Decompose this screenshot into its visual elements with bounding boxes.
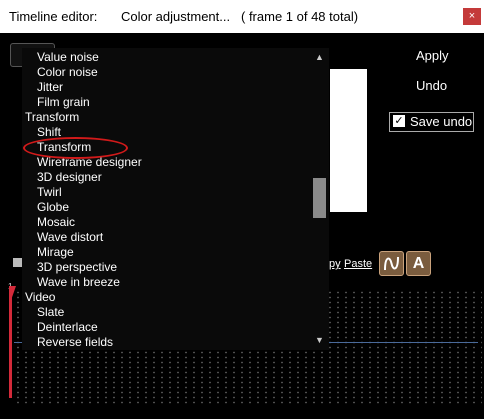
dropdown-item[interactable]: 3D designer bbox=[37, 170, 102, 185]
dropdown-item[interactable]: Mosaic bbox=[37, 215, 75, 230]
window-title-document: Color adjustment... bbox=[121, 9, 231, 24]
dropdown-item[interactable]: Jitter bbox=[37, 80, 63, 95]
close-icon: × bbox=[468, 10, 476, 22]
dropdown-item[interactable]: Value noise bbox=[37, 50, 99, 65]
close-button[interactable]: × bbox=[463, 8, 481, 25]
window-title-label: Timeline editor: bbox=[9, 9, 98, 24]
dropdown-item[interactable]: Wave in breeze bbox=[37, 275, 120, 290]
apply-button[interactable]: Apply bbox=[416, 48, 449, 63]
undo-button[interactable]: Undo bbox=[416, 78, 447, 93]
small-checkbox[interactable] bbox=[13, 258, 22, 267]
save-undo-label: Save undo bbox=[410, 114, 473, 129]
frame-info: ( frame 1 of 48 total) bbox=[241, 9, 359, 24]
save-undo-toggle[interactable]: ✓ Save undo bbox=[389, 112, 474, 132]
dropdown-item[interactable]: Mirage bbox=[37, 245, 74, 260]
dropdown-item[interactable]: Wave distort bbox=[37, 230, 103, 245]
checkbox-icon[interactable]: ✓ bbox=[393, 115, 405, 127]
scrollbar[interactable]: ▲ ▼ bbox=[311, 48, 329, 350]
dropdown-item[interactable]: Reverse fields bbox=[37, 335, 113, 350]
highlight-ring bbox=[23, 137, 128, 159]
dropdown-item[interactable]: Slate bbox=[37, 305, 64, 320]
dropdown-item[interactable]: Film grain bbox=[37, 95, 90, 110]
dropdown-item[interactable]: Globe bbox=[37, 200, 69, 215]
curve-icon bbox=[384, 256, 399, 271]
playhead-flag[interactable] bbox=[9, 286, 16, 306]
copy-link[interactable]: py bbox=[329, 258, 341, 270]
dropdown-category: Video bbox=[25, 290, 56, 304]
dropdown-item[interactable]: Color noise bbox=[37, 65, 98, 80]
title-bar: Timeline editor: Color adjustment... ( f… bbox=[0, 0, 484, 33]
curve-button[interactable] bbox=[379, 251, 404, 276]
effect-dropdown[interactable]: Value noise Color noise Jitter Film grain Tr… bbox=[22, 48, 329, 350]
dropdown-item[interactable]: 3D perspective bbox=[37, 260, 117, 275]
scroll-down-icon[interactable]: ▼ bbox=[315, 335, 324, 345]
dropdown-item[interactable]: Deinterlace bbox=[37, 320, 98, 335]
dropdown-category: Transform bbox=[25, 110, 80, 124]
scroll-up-icon[interactable]: ▲ bbox=[315, 52, 324, 62]
paste-link[interactable]: Paste bbox=[344, 258, 372, 270]
letter-a-icon: A bbox=[412, 254, 425, 272]
scroll-thumb[interactable] bbox=[313, 178, 326, 218]
preview-panel bbox=[330, 69, 367, 212]
text-a-button[interactable]: A bbox=[406, 251, 431, 276]
dropdown-item[interactable]: Twirl bbox=[37, 185, 62, 200]
